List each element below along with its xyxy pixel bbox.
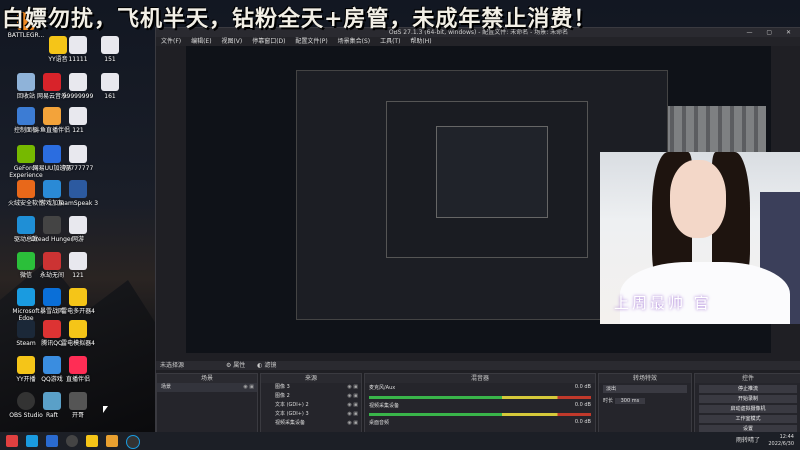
file-icon <box>69 36 87 54</box>
properties-button[interactable]: ⚙ 属性 <box>226 362 245 369</box>
menu-edit[interactable]: 编辑(E) <box>191 38 211 45</box>
transitions-dock: 转场特效 淡出 时长 300 ms <box>598 373 692 435</box>
webcam-caption: 上周最帅 官 <box>614 294 712 312</box>
teamspeak-icon <box>69 180 87 198</box>
obs-dock-area: 未选择源 ⚙ 属性 ◐ 滤镜 场景 场景 来源 图像 3 图像 2 文本 (GD… <box>156 361 800 435</box>
start-icon[interactable] <box>6 435 18 447</box>
menu-docks[interactable]: 停靠窗口(D) <box>252 38 285 45</box>
desktop-icon[interactable]: 雷电多开器4 <box>56 288 100 315</box>
source-item[interactable]: 视频采集设备 <box>261 419 361 428</box>
clock-time: 12:44 <box>779 434 794 440</box>
transitions-header: 转场特效 <box>599 374 691 383</box>
desktop-icon[interactable]: 网游 <box>56 216 100 243</box>
scene-item[interactable]: 场景 <box>157 383 257 392</box>
taskbar: 雨转晴了 12:44 2022/6/30 <box>0 432 800 450</box>
file-icon <box>69 73 87 91</box>
desktop-icon[interactable]: 121 <box>56 107 100 134</box>
controls-header: 控件 <box>695 374 800 383</box>
file-icon <box>101 36 119 54</box>
shortcut-icon <box>69 392 87 410</box>
yy-taskbar-icon[interactable] <box>86 435 98 447</box>
source-item[interactable]: 文本 (GDI+) 3 <box>261 410 361 419</box>
explorer-taskbar-icon[interactable] <box>106 435 118 447</box>
source-toolbar: 未选择源 ⚙ 属性 ◐ 滤镜 <box>156 361 800 370</box>
menu-scene-collection[interactable]: 场景集合(S) <box>338 38 371 45</box>
file-icon <box>69 145 87 163</box>
clock[interactable]: 12:44 2022/6/30 <box>768 434 794 448</box>
source-item[interactable]: 文本 (GDI+) 2 <box>261 401 361 410</box>
transition-select[interactable]: 淡出 <box>603 385 687 393</box>
menu-help[interactable]: 帮助(H) <box>410 38 431 45</box>
menu-file[interactable]: 文件(F) <box>161 38 181 45</box>
menu-view[interactable]: 视图(V) <box>221 38 242 45</box>
source-item[interactable]: 图像 2 <box>261 392 361 401</box>
file-icon <box>69 107 87 125</box>
no-source-label: 未选择源 <box>160 362 185 369</box>
nested-preview-3 <box>436 126 548 218</box>
stop-streaming-button[interactable]: 停止推流 <box>699 385 797 393</box>
mixer-header: 混音器 <box>365 374 595 383</box>
weather-tray[interactable]: 雨转晴了 <box>736 435 760 444</box>
menu-profile[interactable]: 配置文件(P) <box>295 38 327 45</box>
ldplayer-icon <box>69 320 87 338</box>
mixer-dock: 混音器 麦克风/Aux 0.0 dB 视频采集设备 0.0 dB 桌面音频 0.0 d… <box>364 373 596 435</box>
mixer-channel: 视频采集设备 0.0 dB <box>369 402 591 409</box>
webcam-overlay: 上周最帅 官 <box>600 152 800 324</box>
duration-row: 时长 300 ms <box>599 395 691 406</box>
sources-header: 来源 <box>261 374 361 383</box>
obs-taskbar-icon[interactable] <box>66 435 78 447</box>
window-controls[interactable]: — ▢ ✕ <box>746 28 797 37</box>
desktop-icon[interactable]: 直播伴侣 <box>56 356 100 383</box>
mouse-cursor-icon <box>103 406 108 413</box>
filters-button[interactable]: ◐ 滤镜 <box>257 362 276 369</box>
windows-taskbar-icon[interactable] <box>46 435 58 447</box>
obs-menubar: 文件(F) 编辑(E) 视图(V) 停靠窗口(D) 配置文件(P) 场景集合(S… <box>156 37 800 46</box>
obs-active-taskbar-icon[interactable] <box>126 435 140 449</box>
mixer-channel: 桌面音频 0.0 dB <box>369 419 591 426</box>
desktop-icon[interactable]: 雷电模拟器4 <box>56 320 100 347</box>
desktop-icon[interactable]: 161 <box>88 73 132 100</box>
start-recording-button[interactable]: 开始录制 <box>699 395 797 403</box>
menu-tools[interactable]: 工具(T) <box>380 38 400 45</box>
file-icon <box>101 73 119 91</box>
sources-dock: 来源 图像 3 图像 2 文本 (GDI+) 2 文本 (GDI+) 3 视频采… <box>260 373 362 435</box>
desktop-icon[interactable]: TeamSpeak 3 <box>56 180 100 207</box>
studio-mode-button[interactable]: 工作室模式 <box>699 415 797 423</box>
file-icon <box>69 216 87 234</box>
desktop-icon[interactable]: 151 <box>88 36 132 63</box>
streamer-face <box>670 160 726 238</box>
file-icon <box>69 252 87 270</box>
source-item[interactable]: 图像 3 <box>261 383 361 392</box>
scenes-dock: 场景 场景 <box>156 373 258 435</box>
controls-dock: 控件 停止推流 开始录制 启动虚拟摄像机 工作室模式 设置 <box>694 373 800 435</box>
clock-date: 2022/6/30 <box>768 441 794 447</box>
desktop-icon[interactable]: 121 <box>56 252 100 279</box>
duration-input[interactable]: 300 ms <box>614 398 646 404</box>
scenes-header: 场景 <box>157 374 257 383</box>
desktop-icon[interactable]: 开哥 <box>56 392 100 419</box>
virtual-camera-button[interactable]: 启动虚拟摄像机 <box>699 405 797 413</box>
desktop-icon[interactable]: 77777777 <box>56 145 100 172</box>
stream-banner-text: 白嫖勿扰，飞机半天，钻粉全天+房管，未成年禁止消费！ <box>2 6 597 32</box>
ldplayer-multi-icon <box>69 288 87 306</box>
mixer-channel: 麦克风/Aux 0.0 dB <box>369 384 591 391</box>
live-companion-icon <box>69 356 87 374</box>
edge-taskbar-icon[interactable] <box>26 435 38 447</box>
